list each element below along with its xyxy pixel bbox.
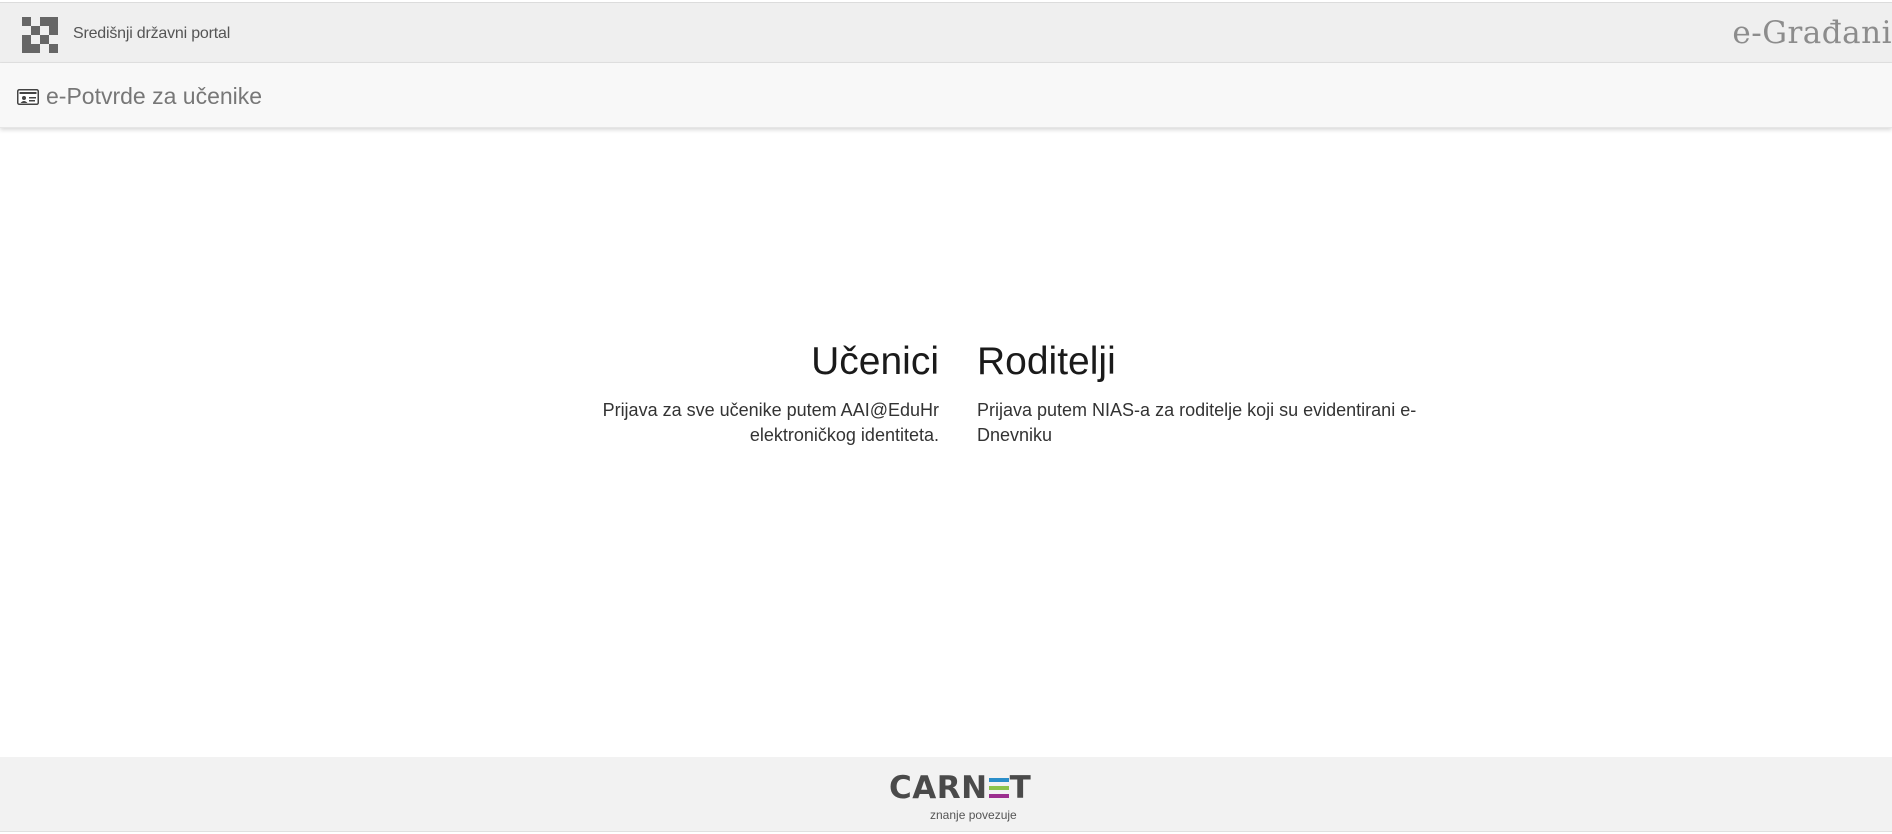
students-heading[interactable]: Učenici (579, 338, 939, 386)
carnet-e-stripes-icon (988, 775, 1009, 800)
page: Središnji državni portal e-Građani e-Pot… (0, 0, 1892, 834)
checkerboard-logo-icon[interactable] (22, 17, 58, 53)
carnet-wordmark: CARN T (889, 770, 1032, 806)
e-gradani-brand[interactable]: e-Građani (1732, 15, 1892, 51)
students-description: Prijava za sve učenike putem AAI@EduHr e… (602, 400, 939, 445)
app-title[interactable]: e-Potvrde za učenike (46, 83, 262, 110)
carnet-prefix: CARN (889, 770, 988, 806)
id-card-icon (17, 89, 39, 105)
app-header: e-Potvrde za učenike (0, 63, 1892, 128)
footer: CARN T znanje povezuje (0, 757, 1892, 832)
parents-heading[interactable]: Roditelji (977, 338, 1427, 386)
carnet-tagline: znanje povezuje (930, 808, 1017, 822)
parents-description: Prijava putem NIAS-a za roditelje koji s… (977, 400, 1417, 445)
parents-login-option[interactable]: Roditelji Prijava putem NIAS-a za rodite… (977, 338, 1427, 448)
carnet-suffix: T (1009, 770, 1032, 806)
gov-portal-title[interactable]: Središnji državni portal (73, 25, 230, 43)
carnet-logo[interactable]: CARN T znanje povezuje (889, 770, 1032, 822)
gov-portal-bar: Središnji državni portal e-Građani (0, 2, 1892, 63)
students-login-option[interactable]: Učenici Prijava za sve učenike putem AAI… (579, 338, 939, 448)
